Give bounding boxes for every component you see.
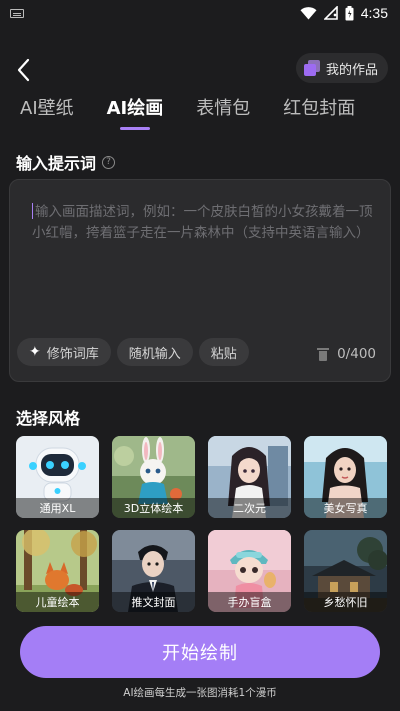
style-section-title: 选择风格	[16, 405, 80, 429]
status-bar: 4:35	[0, 0, 400, 26]
style-label: 通用XL	[16, 498, 99, 518]
prompt-input[interactable]: 输入画面描述词，例如：一个皮肤白皙的小女孩戴着一顶小红帽，挎着篮子走在一片森林中…	[32, 202, 384, 244]
random-input-label: 随机输入	[128, 346, 181, 362]
style-label: 推文封面	[112, 592, 195, 612]
style-label: 二次元	[208, 498, 291, 518]
back-button[interactable]	[12, 52, 40, 84]
start-drawing-button[interactable]: 开始绘制	[20, 626, 380, 678]
help-icon[interactable]: ?	[102, 155, 116, 169]
modifier-library-label: 修饰词库	[46, 346, 99, 362]
status-icons: 4:35	[300, 5, 388, 21]
cost-note: AI绘画每生成一张图消耗1个漫币	[123, 687, 277, 699]
style-title-text: 选择风格	[16, 409, 81, 428]
paste-label: 粘贴	[210, 346, 237, 362]
prompt-title-text: 输入提示词	[16, 154, 97, 173]
wifi-icon	[300, 6, 317, 19]
tab-ai-painting[interactable]: AI绘画	[107, 96, 164, 130]
style-card-anime[interactable]: 二次元	[208, 436, 291, 518]
keyboard-icon	[10, 8, 24, 18]
prompt-placeholder: 输入画面描述词，例如：一个皮肤白皙的小女孩戴着一顶小红帽，挎着篮子走在一片森林中…	[32, 204, 373, 241]
style-card-children-picture-book[interactable]: 儿童绘本	[16, 530, 99, 612]
my-works-label: 我的作品	[325, 62, 378, 78]
chevron-left-icon	[17, 58, 30, 82]
style-card-beauty-portrait[interactable]: 美女写真	[304, 436, 387, 518]
tab-ai-wallpaper[interactable]: AI壁纸	[20, 96, 74, 130]
style-card-general-xl[interactable]: 通用XL	[16, 436, 99, 518]
style-card-nostalgia[interactable]: 乡愁怀旧	[304, 530, 387, 612]
prompt-tools: ✦ 修饰词库 随机输入 粘贴	[17, 338, 249, 366]
text-caret	[32, 203, 33, 219]
sparkle-icon: ✦	[29, 344, 41, 360]
char-count: 0/400	[337, 346, 376, 362]
modifier-library-button[interactable]: ✦ 修饰词库	[17, 338, 111, 366]
my-works-button[interactable]: 我的作品	[295, 53, 388, 83]
trash-icon[interactable]	[317, 347, 330, 361]
tab-stickers[interactable]: 表情包	[196, 96, 250, 130]
style-card-figure-blind-box[interactable]: 手办盲盒	[208, 530, 291, 612]
prompt-input-box[interactable]: 输入画面描述词，例如：一个皮肤白皙的小女孩戴着一顶小红帽，挎着篮子走在一片森林中…	[9, 179, 391, 382]
style-label: 美女写真	[304, 498, 387, 518]
style-grid: 通用XL 3D立体绘本 二次元 美女写真 儿童绘本 推文封面 手办盲盒 乡愁怀旧	[16, 436, 387, 612]
battery-icon	[345, 5, 354, 20]
char-counter: 0/400	[317, 346, 376, 362]
style-label: 儿童绘本	[16, 592, 99, 612]
style-card-post-cover[interactable]: 推文封面	[112, 530, 195, 612]
status-time: 4:35	[360, 5, 388, 21]
signal-icon	[323, 6, 338, 20]
gallery-icon	[303, 60, 320, 76]
style-label: 乡愁怀旧	[304, 592, 387, 612]
paste-button[interactable]: 粘贴	[198, 338, 249, 366]
random-input-button[interactable]: 随机输入	[116, 338, 193, 366]
prompt-section-title: 输入提示词 ?	[16, 150, 116, 174]
top-nav: 我的作品	[0, 48, 400, 88]
style-label: 3D立体绘本	[112, 498, 195, 518]
category-tabs: AI壁纸 AI绘画 表情包 红包封面	[20, 96, 388, 130]
tab-red-packet-cover[interactable]: 红包封面	[283, 96, 355, 130]
style-label: 手办盲盒	[208, 592, 291, 612]
style-card-3d-picture-book[interactable]: 3D立体绘本	[112, 436, 195, 518]
